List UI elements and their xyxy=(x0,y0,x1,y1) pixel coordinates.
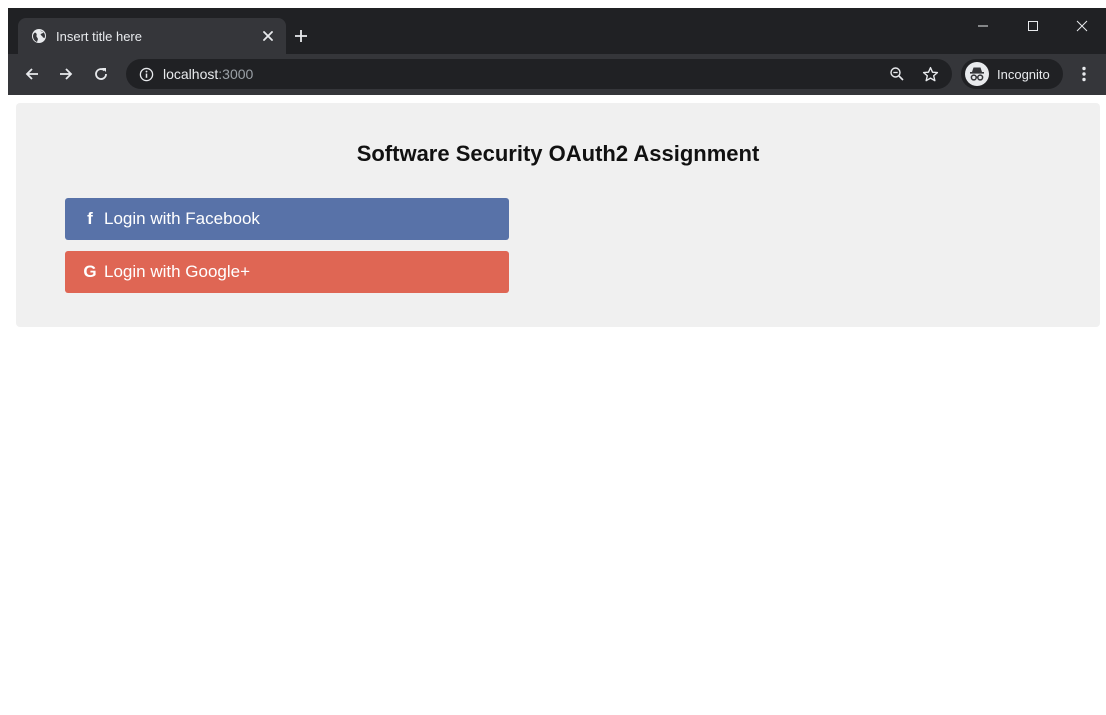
browser-tab[interactable]: Insert title here xyxy=(18,18,286,54)
back-button[interactable] xyxy=(21,63,43,85)
page-title: Software Security OAuth2 Assignment xyxy=(356,141,760,166)
reload-icon xyxy=(95,68,107,80)
browser-menu-button[interactable] xyxy=(1074,63,1094,85)
incognito-profile-button[interactable]: Incognito xyxy=(961,59,1063,89)
profile-label: Incognito xyxy=(997,66,1050,82)
maximize-icon xyxy=(1028,21,1038,31)
kebab-menu-icon xyxy=(1082,66,1086,82)
facebook-login-button[interactable]: f Login with Facebook xyxy=(65,198,509,240)
address-host: localhost xyxy=(163,66,219,82)
address-port: :3000 xyxy=(218,66,254,82)
browser-window: Insert title here localhost:3000 Incogni… xyxy=(8,8,1106,95)
zoom-out-icon[interactable] xyxy=(888,65,906,83)
info-icon[interactable] xyxy=(138,66,154,82)
star-icon[interactable] xyxy=(921,65,939,83)
arrow-left-icon xyxy=(25,68,38,80)
google-icon: G xyxy=(83,262,97,281)
reload-button[interactable] xyxy=(90,63,112,85)
address-url: localhost:3000 xyxy=(163,66,253,82)
window-close-button[interactable] xyxy=(1070,16,1094,36)
tab-title: Insert title here xyxy=(56,28,142,44)
minimize-icon xyxy=(978,25,988,27)
incognito-icon xyxy=(965,62,989,86)
globe-icon xyxy=(31,28,47,44)
plus-icon xyxy=(295,30,307,42)
facebook-icon: f xyxy=(87,209,93,228)
new-tab-button[interactable] xyxy=(290,25,312,47)
google-login-button[interactable]: G Login with Google+ xyxy=(65,251,509,293)
browser-toolbar: localhost:3000 Incognito xyxy=(8,54,1106,95)
google-login-label: Login with Google+ xyxy=(104,262,251,281)
minimize-button[interactable] xyxy=(971,16,995,36)
close-icon xyxy=(1076,20,1088,32)
login-panel: Software Security OAuth2 Assignment f Lo… xyxy=(16,103,1100,327)
close-icon[interactable] xyxy=(258,26,278,46)
facebook-login-label: Login with Facebook xyxy=(104,209,260,228)
arrow-right-icon xyxy=(60,68,73,80)
tab-strip: Insert title here xyxy=(8,8,1106,54)
address-bar[interactable]: localhost:3000 xyxy=(126,59,952,89)
forward-button[interactable] xyxy=(55,63,77,85)
page-viewport: Software Security OAuth2 Assignment f Lo… xyxy=(8,95,1106,715)
maximize-button[interactable] xyxy=(1021,16,1045,36)
